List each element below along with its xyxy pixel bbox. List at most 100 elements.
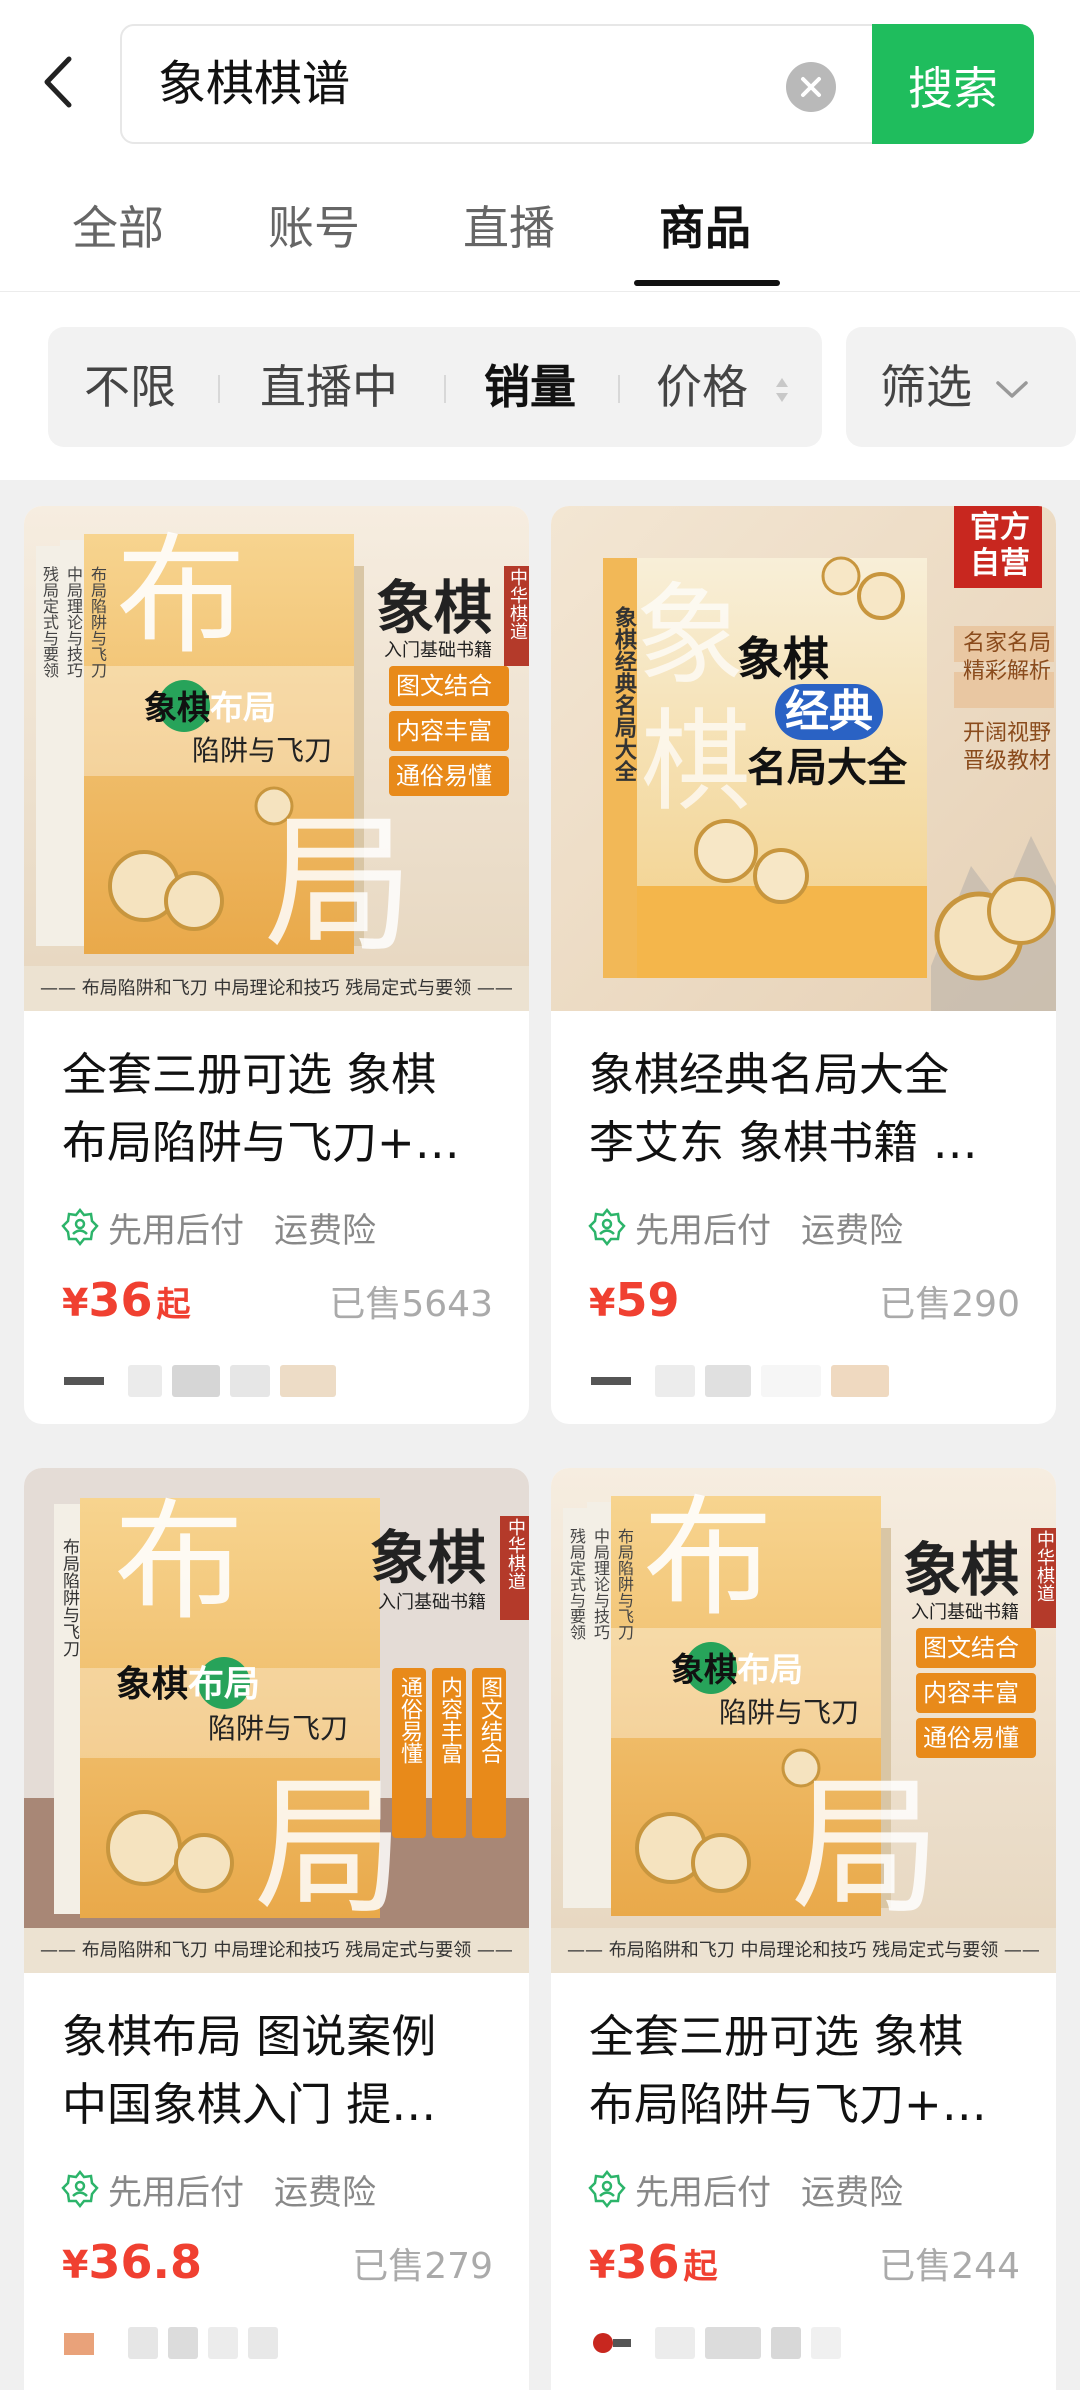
cover-tag: 晋级教材 xyxy=(963,749,1052,774)
service-badges: 先用后付 运费险 xyxy=(587,2164,903,2214)
tab-all[interactable]: 全部 xyxy=(72,198,164,258)
title-line: 中国象棋入门 提… xyxy=(62,2078,437,2131)
product-image[interactable]: 布 局 布局陷阱与飞刀 象棋布局 陷阱与飞刀 象棋 入门基础书籍 中华棋道 通俗… xyxy=(24,1468,529,1973)
cover-spine: 残局定式与要领 xyxy=(40,566,59,678)
filter-live-now[interactable]: 直播中 xyxy=(260,357,398,417)
shop-row[interactable] xyxy=(589,1356,899,1406)
blurred-shop-info xyxy=(280,1365,336,1397)
shop-logo xyxy=(64,2333,94,2355)
badge-pay-later: 先用后付 xyxy=(108,2172,244,2213)
product-title[interactable]: 全套三册可选 象棋 布局陷阱与飞刀+… xyxy=(62,1041,502,1177)
price-symbol: ¥ xyxy=(62,1281,89,1325)
blurred-shop-info xyxy=(705,1365,751,1397)
product-image[interactable]: 布 局 象棋布局 陷阱与飞刀 残局定式与要领 中局理论与技巧 布局陷阱与飞刀 象… xyxy=(551,1468,1056,1973)
blurred-shop-info xyxy=(831,1365,889,1397)
product-card[interactable]: 象 棋 象棋经典名局大全 象棋 经典 名局大全 官方 自营 名家名局 精彩解析 开… xyxy=(551,506,1056,1424)
cover-spine: 象棋经典名局大全 xyxy=(611,606,636,782)
search-query[interactable]: 象棋棋谱 xyxy=(158,54,350,114)
blurred-shop-info xyxy=(172,1365,220,1397)
filter-unlimited[interactable]: 不限 xyxy=(84,357,176,417)
cover-title-b: 布局 xyxy=(188,1664,261,1705)
shop-row[interactable] xyxy=(62,2318,288,2368)
pay-later-icon xyxy=(588,1207,626,1247)
cover-strip: —— 布局陷阱和飞刀 中局理论和技巧 残局定式与要领 —— xyxy=(567,1940,1040,1961)
cover-title-a: 象棋 xyxy=(116,1664,189,1705)
product-title[interactable]: 全套三册可选 象棋 布局陷阱与飞刀+… xyxy=(589,2003,1029,2139)
cover-vtag: 内容丰富 xyxy=(437,1676,462,1764)
filter-price[interactable]: 价格 xyxy=(656,357,748,417)
blurred-shop-info xyxy=(230,1365,270,1397)
sort-bar: 不限 直播中 销量 价格 xyxy=(48,327,822,447)
price: ¥36.8 xyxy=(62,2232,202,2303)
tab-products[interactable]: 商品 xyxy=(659,198,751,258)
price-value: 36 xyxy=(88,1273,153,1327)
shop-logo xyxy=(591,1377,631,1385)
product-image[interactable]: 象 棋 象棋经典名局大全 象棋 经典 名局大全 官方 自营 名家名局 精彩解析 开… xyxy=(551,506,1056,1011)
title-line: 象棋经典名局大全 xyxy=(589,1048,950,1101)
sold-count: 已售5643 xyxy=(329,1284,493,1325)
product-card[interactable]: 布 局 象棋布局 陷阱与飞刀 残局定式与要领 中局理论与技巧 布局陷阱与飞刀 象… xyxy=(551,1468,1056,2408)
title-line: 布局陷阱与飞刀+… xyxy=(62,1116,460,1169)
search-input[interactable]: 象棋棋谱 搜索 xyxy=(120,24,1034,144)
shop-row[interactable] xyxy=(62,1356,346,1406)
product-title[interactable]: 象棋经典名局大全 李艾东 象棋书籍 … xyxy=(589,1041,1029,1177)
cover-title-a: 象棋 xyxy=(671,1650,737,1689)
cover-spine: 中局理论与技巧 xyxy=(64,566,83,678)
badge-pay-later: 先用后付 xyxy=(108,1210,244,1251)
blurred-shop-info xyxy=(655,1365,695,1397)
cover-title-b: 布局 xyxy=(210,688,276,727)
cover-subtitle: 陷阱与飞刀 xyxy=(192,734,333,767)
product-image[interactable]: 布 局 象棋布局 陷阱与飞刀 残局定式与要领 中局理论与技巧 布局陷阱与飞刀 象… xyxy=(24,506,529,1011)
tab-live[interactable]: 直播 xyxy=(463,198,555,258)
divider xyxy=(618,375,620,403)
product-title[interactable]: 象棋布局 图说案例 中国象棋入门 提… xyxy=(62,2003,502,2139)
sold-count: 已售279 xyxy=(352,2246,493,2287)
cover-big-char: 布 xyxy=(116,520,247,672)
service-badges: 先用后付 运费险 xyxy=(60,2164,376,2214)
blurred-shop-info xyxy=(248,2327,278,2359)
badge-pay-later: 先用后付 xyxy=(635,1210,771,1251)
blurred-shop-info xyxy=(168,2327,198,2359)
pay-later-icon xyxy=(588,2169,626,2209)
result-tabs: 全部 账号 直播 商品 xyxy=(0,180,1080,292)
back-icon[interactable] xyxy=(38,52,78,112)
price-symbol: ¥ xyxy=(62,2243,89,2287)
price: ¥36 起 xyxy=(589,2232,717,2303)
cover-side-tag: 中华棋道 xyxy=(507,568,528,640)
filter-area: 不限 直播中 销量 价格 筛选 xyxy=(0,295,1080,480)
corner-line: 自营 xyxy=(970,546,1030,581)
pay-later-icon xyxy=(61,1207,99,1247)
cover-tag: 图文结合 xyxy=(396,672,492,700)
screen-button[interactable]: 筛选 xyxy=(846,327,1076,447)
cover-spine: 布局陷阱与飞刀 xyxy=(59,1538,79,1657)
blurred-shop-info xyxy=(761,1365,821,1397)
price-value: 36 xyxy=(615,2235,680,2289)
corner-line: 官方 xyxy=(970,510,1030,545)
tab-account[interactable]: 账号 xyxy=(268,198,360,258)
blurred-shop-info xyxy=(771,2327,801,2359)
cover-vtag: 图文结合 xyxy=(477,1676,502,1764)
title-line: 布局陷阱与飞刀+… xyxy=(589,2078,987,2131)
cover-big-char: 布 xyxy=(114,1486,245,1638)
clear-icon[interactable] xyxy=(786,62,836,112)
product-card[interactable]: 布 局 布局陷阱与飞刀 象棋布局 陷阱与飞刀 象棋 入门基础书籍 中华棋道 通俗… xyxy=(24,1468,529,2408)
cover-spine: 布局陷阱与飞刀 xyxy=(88,566,107,678)
filter-sales[interactable]: 销量 xyxy=(484,357,576,417)
cover-tag: 内容丰富 xyxy=(396,717,492,745)
cover-vtag: 通俗易懂 xyxy=(397,1676,422,1764)
badge-shipping-insurance: 运费险 xyxy=(274,2172,376,2213)
cover-bg-char: 象 xyxy=(635,572,745,700)
cover-series-sub: 入门基础书籍 xyxy=(384,640,492,661)
title-line: 全套三册可选 象棋 xyxy=(589,2010,964,2063)
search-header: 象棋棋谱 搜索 xyxy=(0,0,1080,175)
search-button[interactable]: 搜索 xyxy=(872,24,1034,144)
cover-big-char: 局 xyxy=(264,799,415,973)
shop-row[interactable] xyxy=(589,2318,851,2368)
badge-shipping-insurance: 运费险 xyxy=(801,2172,903,2213)
cover-strip: —— 布局陷阱和飞刀 中局理论和技巧 残局定式与要领 —— xyxy=(40,1940,513,1961)
service-badges: 先用后付 运费险 xyxy=(60,1202,376,1252)
product-card[interactable]: 布 局 象棋布局 陷阱与飞刀 残局定式与要领 中局理论与技巧 布局陷阱与飞刀 象… xyxy=(24,506,529,1424)
cover-title: 象棋布局 xyxy=(671,1650,803,1690)
cover-title-a: 象棋 xyxy=(737,632,829,686)
price-suffix: 起 xyxy=(156,1285,191,1325)
